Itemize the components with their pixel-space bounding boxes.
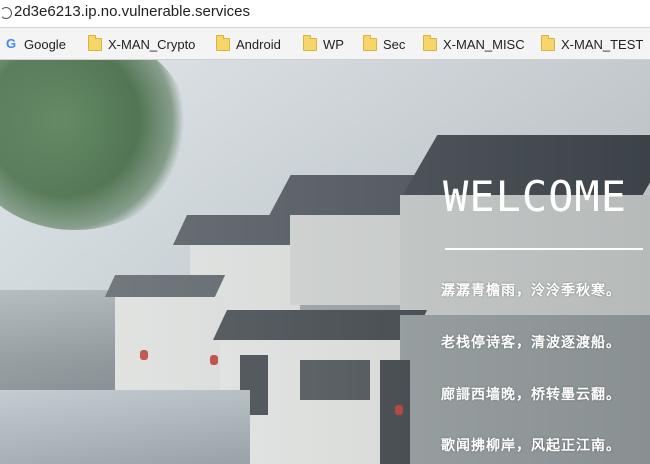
bookmarks-bar: G Google X-MAN_Crypto Android WP Sec X-M… — [0, 28, 650, 60]
bookmark-label: X-MAN_Crypto — [108, 36, 196, 52]
bookmark-label: Sec — [383, 36, 406, 52]
folder-icon — [303, 34, 317, 51]
bookmark-android[interactable]: Android — [216, 34, 281, 52]
url-text[interactable]: 2d3e6213.ip.no.vulnerable.services — [14, 3, 250, 20]
bookmark-label: Android — [236, 36, 281, 52]
heading-divider — [445, 248, 643, 250]
bookmark-x-man-misc[interactable]: X-MAN_MISC — [423, 34, 525, 52]
bookmark-label: X-MAN_MISC — [443, 36, 525, 52]
folder-icon — [216, 34, 230, 51]
poem-line-2: 老栈停诗客，清波逐渡船。 — [441, 335, 621, 351]
bookmark-label: WP — [323, 36, 344, 52]
site-info-icon[interactable] — [0, 7, 12, 19]
bookmark-wp[interactable]: WP — [303, 34, 344, 52]
poem-line-3: 廊謌西墙晚，桥转墨云翻。 — [441, 387, 621, 403]
folder-icon — [423, 34, 437, 51]
address-bar[interactable]: 2d3e6213.ip.no.vulnerable.services — [0, 0, 650, 28]
welcome-heading: WELCOME — [443, 172, 628, 221]
bookmark-x-man-test[interactable]: X-MAN_TEST — [541, 34, 644, 52]
bookmark-label: X-MAN_TEST — [561, 36, 644, 52]
poem-line-4: 歌闻拂柳岸，风起正江南。 — [441, 438, 621, 454]
folder-icon — [363, 34, 377, 51]
folder-icon — [88, 34, 102, 51]
bookmark-x-man-crypto[interactable]: X-MAN_Crypto — [88, 34, 196, 52]
bookmark-label: Google — [24, 36, 66, 52]
bookmark-google[interactable]: G Google — [4, 36, 66, 52]
hero-banner: WELCOME 潺潺青檐雨，泠泠季秋寒。 老栈停诗客，清波逐渡船。 廊謌西墙晚，… — [0, 60, 650, 464]
folder-icon — [541, 34, 555, 51]
poem-line-1: 潺潺青檐雨，泠泠季秋寒。 — [441, 283, 621, 299]
bookmark-sec[interactable]: Sec — [363, 34, 406, 52]
google-icon: G — [5, 36, 17, 51]
